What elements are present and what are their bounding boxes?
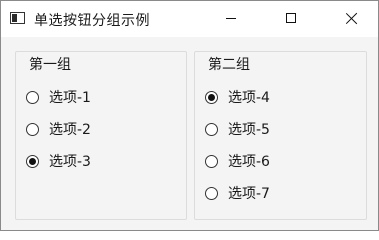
radio-label: 选项-5 xyxy=(228,122,270,138)
radio-button[interactable] xyxy=(205,186,218,200)
radio-button-checked[interactable] xyxy=(205,90,218,104)
radio-label: 选项-3 xyxy=(49,154,91,170)
close-button[interactable] xyxy=(329,1,375,37)
radio-button[interactable] xyxy=(205,154,218,168)
radio-button[interactable] xyxy=(26,90,39,104)
radio-label: 选项-1 xyxy=(49,90,91,106)
title-bar[interactable]: 单选按钮分组示例 xyxy=(1,1,378,37)
radio-label: 选项-7 xyxy=(228,186,270,202)
radio-option-7[interactable]: 选项-7 xyxy=(205,183,270,203)
radio-group-2: 第二组 选项-4 选项-5 选项-6 选项-7 xyxy=(194,51,367,220)
radio-option-5[interactable]: 选项-5 xyxy=(205,119,270,139)
radio-button[interactable] xyxy=(26,122,39,136)
window-title: 单选按钮分组示例 xyxy=(34,13,150,29)
radio-label: 选项-2 xyxy=(49,122,91,138)
radio-option-1[interactable]: 选项-1 xyxy=(26,87,91,107)
radio-option-4[interactable]: 选项-4 xyxy=(205,87,270,107)
close-icon xyxy=(346,12,358,24)
radio-option-3[interactable]: 选项-3 xyxy=(26,151,91,171)
radio-option-6[interactable]: 选项-6 xyxy=(205,151,270,171)
radio-button[interactable] xyxy=(205,122,218,136)
main-window: 单选按钮分组示例 第一组 选项-1 选项-2 选项-3 第二组 选项-4 选项-… xyxy=(0,0,379,231)
radio-group-1: 第一组 选项-1 选项-2 选项-3 xyxy=(15,51,187,220)
window-app-icon[interactable] xyxy=(10,12,25,24)
radio-label: 选项-6 xyxy=(228,154,270,170)
minimize-icon xyxy=(226,18,236,19)
minimize-button[interactable] xyxy=(208,1,254,37)
group-title: 第一组 xyxy=(27,54,73,74)
radio-label: 选项-4 xyxy=(228,90,270,106)
radio-option-2[interactable]: 选项-2 xyxy=(26,119,91,139)
maximize-icon xyxy=(286,13,296,23)
group-title: 第二组 xyxy=(206,54,252,74)
maximize-button[interactable] xyxy=(269,1,315,37)
radio-button-checked[interactable] xyxy=(26,154,39,168)
